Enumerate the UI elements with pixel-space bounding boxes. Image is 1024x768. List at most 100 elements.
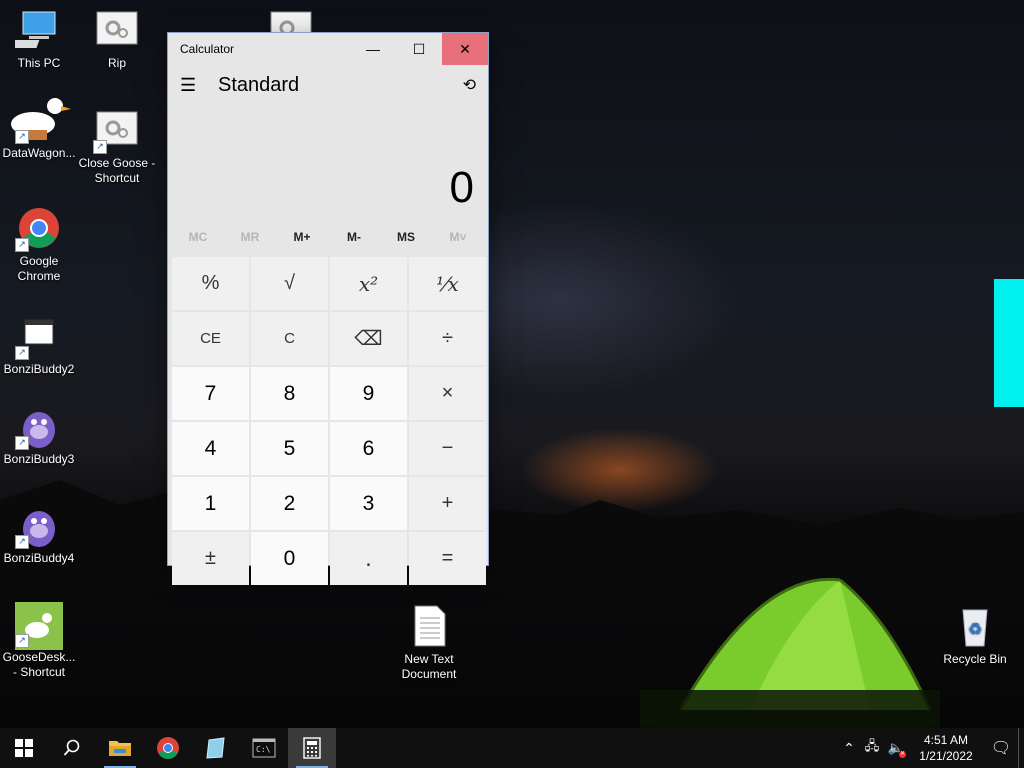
window-title: Calculator xyxy=(180,42,235,56)
desktop-icon-label: Close Goose - Shortcut xyxy=(78,156,156,185)
equals-button[interactable]: = xyxy=(409,532,486,585)
taskbar: C:\ ⌃ 🖧 🔈 ✕ 4:51 AM 1/21/2022 🗨 xyxy=(0,728,1024,768)
start-button[interactable] xyxy=(0,728,48,768)
chevron-up-icon[interactable]: ⌃ xyxy=(838,740,860,757)
clear-button[interactable]: C xyxy=(251,312,328,365)
digit-1-button[interactable]: 1 xyxy=(172,477,249,530)
volume-muted-icon[interactable]: 🔈 ✕ xyxy=(884,740,908,758)
shortcut-arrow-icon: ↗ xyxy=(15,436,29,450)
gears-icon xyxy=(267,8,315,32)
backspace-button[interactable]: ⌫ xyxy=(330,312,407,365)
system-tray: ⌃ 🖧 🔈 ✕ 4:51 AM 1/21/2022 🗨 xyxy=(838,728,1024,768)
minimize-icon: — xyxy=(366,41,380,57)
taskbar-command-prompt[interactable]: C:\ xyxy=(240,728,288,768)
gears-icon xyxy=(93,8,141,52)
decimal-button[interactable]: . xyxy=(330,532,407,585)
goose-desktop-icon: ↗ xyxy=(15,602,63,650)
desktop-icon-new-text-document[interactable]: New Text Document xyxy=(390,604,468,682)
notifications-icon[interactable]: 🗨 xyxy=(984,738,1018,758)
desktop-icon-bonzibuddy4[interactable]: ↗ BonziBuddy4 xyxy=(0,503,78,566)
title-bar[interactable]: Calculator — ☐ ✕ xyxy=(168,33,488,65)
digit-3-button[interactable]: 3 xyxy=(330,477,407,530)
digit-8-button[interactable]: 8 xyxy=(251,367,328,420)
close-button[interactable]: ✕ xyxy=(442,33,488,65)
memory-store-button[interactable]: MS xyxy=(380,230,432,244)
clock-date: 1/21/2022 xyxy=(919,749,973,763)
clock[interactable]: 4:51 AM 1/21/2022 xyxy=(908,732,984,764)
maximize-button[interactable]: ☐ xyxy=(396,33,442,65)
desktop-icon-label: New Text Document xyxy=(401,652,457,681)
gorilla-icon: ↗ xyxy=(15,503,63,549)
reciprocal-button[interactable]: ¹⁄x xyxy=(409,257,486,310)
notepad-icon xyxy=(206,737,225,759)
cyan-edge-panel[interactable] xyxy=(994,279,1024,407)
desktop-icon-goosedesktop[interactable]: ↗ GooseDesk... - Shortcut xyxy=(0,602,78,680)
desktop-icon-recycle-bin[interactable]: ♻ Recycle Bin xyxy=(936,604,1014,667)
digit-7-button[interactable]: 7 xyxy=(172,367,249,420)
search-button[interactable] xyxy=(48,728,96,768)
percent-button[interactable]: % xyxy=(172,257,249,310)
desktop-icon-label: Rip xyxy=(107,56,126,70)
shortcut-arrow-icon: ↗ xyxy=(93,140,107,154)
desktop-icon-label: Google Chrome xyxy=(17,254,61,283)
memory-recall-button[interactable]: MR xyxy=(224,230,276,244)
gorilla-icon: ↗ xyxy=(15,404,63,450)
taskbar-chrome[interactable] xyxy=(144,728,192,768)
shortcut-arrow-icon: ↗ xyxy=(15,535,29,549)
desktop-icon-google-chrome[interactable]: ↗ Google Chrome xyxy=(0,206,78,284)
clear-entry-button[interactable]: CE xyxy=(172,312,249,365)
desktop-icon-label: GooseDesk... - Shortcut xyxy=(2,650,76,679)
calculator-header: ☰ Standard ⟲ xyxy=(168,65,488,105)
close-icon: ✕ xyxy=(459,40,471,57)
memory-row: MC MR M+ M- MS M˅ xyxy=(168,219,488,255)
search-icon xyxy=(63,739,80,756)
taskbar-file-explorer[interactable] xyxy=(96,728,144,768)
shortcut-arrow-icon: ↗ xyxy=(15,634,29,648)
digit-0-button[interactable]: 0 xyxy=(251,532,328,585)
computer-icon xyxy=(6,8,63,52)
desktop-icon-label: This PC xyxy=(17,56,61,70)
memory-add-button[interactable]: M+ xyxy=(276,230,328,244)
folder-icon xyxy=(109,741,131,756)
digit-6-button[interactable]: 6 xyxy=(330,422,407,475)
taskbar-calculator[interactable] xyxy=(288,728,336,768)
history-icon[interactable]: ⟲ xyxy=(463,75,476,95)
desktop-icon-partial[interactable] xyxy=(252,8,330,32)
mode-title: Standard xyxy=(218,73,300,96)
square-button[interactable]: x² xyxy=(330,257,407,310)
digit-4-button[interactable]: 4 xyxy=(172,422,249,475)
desktop-icon-close-goose[interactable]: ↗ Close Goose - Shortcut xyxy=(78,108,156,186)
desktop-icon-label: BonziBuddy2 xyxy=(3,362,75,376)
svg-text:C:\: C:\ xyxy=(256,745,271,754)
network-icon[interactable]: 🖧 xyxy=(860,737,884,759)
desktop-icon-label: DataWagon... xyxy=(2,146,76,160)
memory-list-button[interactable]: M˅ xyxy=(432,230,484,244)
gears-icon: ↗ xyxy=(93,108,141,154)
taskbar-notes-app[interactable] xyxy=(192,728,240,768)
negate-button[interactable]: ± xyxy=(172,532,249,585)
desktop-icon-bonzibuddy3[interactable]: ↗ BonziBuddy3 xyxy=(0,404,78,467)
maximize-icon: ☐ xyxy=(412,40,426,57)
divide-button[interactable]: ÷ xyxy=(409,312,486,365)
digit-5-button[interactable]: 5 xyxy=(251,422,328,475)
show-desktop-button[interactable] xyxy=(1018,728,1024,768)
desktop-icon-bonzibuddy2[interactable]: ↗ BonziBuddy2 xyxy=(0,314,78,377)
add-button[interactable]: + xyxy=(409,477,486,530)
text-file-icon xyxy=(405,604,453,648)
calculator-window[interactable]: Calculator — ☐ ✕ ☰ Standard ⟲ 0 MC MR M+… xyxy=(168,33,488,585)
square-root-button[interactable]: √ xyxy=(251,257,328,310)
desktop-icon-rip[interactable]: Rip xyxy=(78,8,156,71)
multiply-button[interactable]: × xyxy=(409,367,486,420)
desktop-icon-datawagon[interactable]: ↗ DataWagon... xyxy=(0,98,78,161)
minimize-button[interactable]: — xyxy=(350,33,396,65)
memory-subtract-button[interactable]: M- xyxy=(328,230,380,244)
subtract-button[interactable]: − xyxy=(409,422,486,475)
shortcut-arrow-icon: ↗ xyxy=(15,130,29,144)
result-display: 0 xyxy=(449,163,474,212)
digit-9-button[interactable]: 9 xyxy=(330,367,407,420)
digit-2-button[interactable]: 2 xyxy=(251,477,328,530)
desktop-icon-this-pc[interactable]: This PC xyxy=(0,8,78,71)
desktop-icon-label: BonziBuddy4 xyxy=(3,551,75,565)
hamburger-menu-icon[interactable]: ☰ xyxy=(180,75,208,96)
memory-clear-button[interactable]: MC xyxy=(172,230,224,244)
